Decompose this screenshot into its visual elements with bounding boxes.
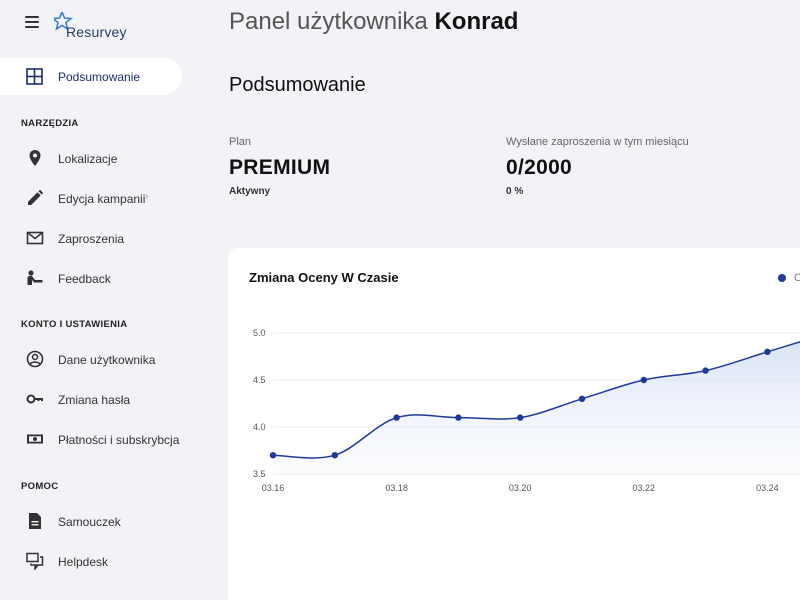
- key-icon: [26, 394, 43, 404]
- series-area: [273, 341, 800, 474]
- sidebar-item-zaproszenia[interactable]: Zaproszenia: [0, 223, 182, 253]
- invites-percent: 0 %: [506, 186, 524, 197]
- data-point[interactable]: [393, 414, 400, 421]
- x-tick-label: 03.20: [509, 483, 532, 493]
- sidebar-item-podsumowanie[interactable]: Podsumowanie: [0, 58, 182, 95]
- x-tick-label: 03.18: [385, 483, 408, 493]
- y-tick-label: 5.0: [253, 328, 266, 338]
- location-pin-icon: [29, 150, 41, 166]
- plan-status: Aktywny: [229, 186, 271, 197]
- section-title-narzedzia: NARZĘDZIA: [21, 118, 79, 129]
- sidebar-item-label: Podsumowanie: [58, 70, 141, 84]
- data-point[interactable]: [640, 376, 647, 384]
- sidebar-item-label: Lokalizacje: [58, 152, 118, 166]
- sidebar-item-edycja-kampanii[interactable]: Edycja kampanii ›: [0, 183, 182, 213]
- chart-card: Zmiana Oceny W Czasie O 3.5 4.0 4.5 5.0 03.1…: [228, 248, 800, 600]
- sidebar: Resurvey Podsumowanie NARZĘDZIA Lokaliza…: [0, 0, 198, 600]
- plan-value: PREMIUM: [229, 156, 331, 179]
- sidebar-item-label: Edycja kampanii: [58, 192, 146, 206]
- sidebar-item-label: Zmiana hasła: [58, 393, 131, 407]
- logo-text: Resurvey: [66, 24, 127, 40]
- data-point[interactable]: [517, 414, 524, 421]
- sidebar-item-zmiana-hasla[interactable]: Zmiana hasła: [0, 384, 182, 414]
- x-tick-label: 03.16: [262, 483, 285, 493]
- data-point[interactable]: [269, 452, 277, 459]
- plan-label: Plan: [229, 136, 252, 148]
- feedback-person-icon: [27, 270, 43, 285]
- sidebar-item-helpdesk[interactable]: Helpdesk: [0, 546, 182, 576]
- y-tick-label: 4.5: [253, 375, 266, 385]
- data-point[interactable]: [702, 367, 709, 374]
- section-title-pomoc: POMOC: [21, 481, 59, 492]
- page-title-prefix: Panel użytkownika: [229, 8, 428, 35]
- sidebar-item-feedback[interactable]: Feedback: [0, 263, 182, 293]
- sidebar-item-label: Samouczek: [58, 515, 121, 529]
- hamburger-menu-icon[interactable]: [25, 16, 39, 30]
- invites-label: Wysłane zaproszenia w tym miesiącu: [506, 136, 689, 148]
- x-tick-label: 03.24: [756, 483, 779, 493]
- sidebar-item-samouczek[interactable]: Samouczek: [0, 506, 182, 536]
- y-tick-label: 3.5: [253, 469, 266, 479]
- section-heading: Podsumowanie: [229, 74, 366, 96]
- sidebar-item-lokalizacje[interactable]: Lokalizacje: [0, 143, 182, 173]
- sidebar-item-platnosci[interactable]: Płatności i subskrybcja: [0, 424, 182, 454]
- dashboard-grid-icon: [26, 68, 43, 85]
- chevron-right-icon: ›: [145, 191, 149, 202]
- sidebar-item-label: Dane użytkownika: [58, 353, 156, 367]
- sidebar-item-label: Płatności i subskrybcja: [58, 433, 180, 447]
- data-point[interactable]: [455, 414, 462, 421]
- envelope-icon: [26, 231, 44, 245]
- sidebar-item-dane-uzytkownika[interactable]: Dane użytkownika: [0, 344, 182, 374]
- sidebar-item-label: Zaproszenia: [58, 232, 125, 246]
- money-icon: [27, 434, 43, 444]
- page-title: Panel użytkownika Konrad: [229, 8, 518, 36]
- data-point[interactable]: [331, 452, 338, 459]
- user-circle-icon: [26, 350, 44, 368]
- sidebar-item-label: Helpdesk: [58, 555, 109, 569]
- rating-chart: 3.5 4.0 4.5 5.0 03.16 03.18 03.20 03.22 03.24: [253, 328, 800, 493]
- data-point[interactable]: [764, 348, 771, 355]
- y-tick-label: 4.0: [253, 422, 266, 432]
- invites-value: 0/2000: [506, 156, 573, 179]
- data-point[interactable]: [578, 395, 586, 402]
- chat-bubbles-icon: [26, 552, 44, 570]
- sidebar-item-label: Feedback: [58, 272, 111, 286]
- document-icon: [29, 513, 41, 529]
- x-tick-label: 03.22: [633, 483, 656, 493]
- user-name: Konrad: [434, 8, 519, 35]
- pencil-icon: [28, 189, 44, 205]
- section-title-konto: KONTO I USTAWIENIA: [21, 319, 128, 330]
